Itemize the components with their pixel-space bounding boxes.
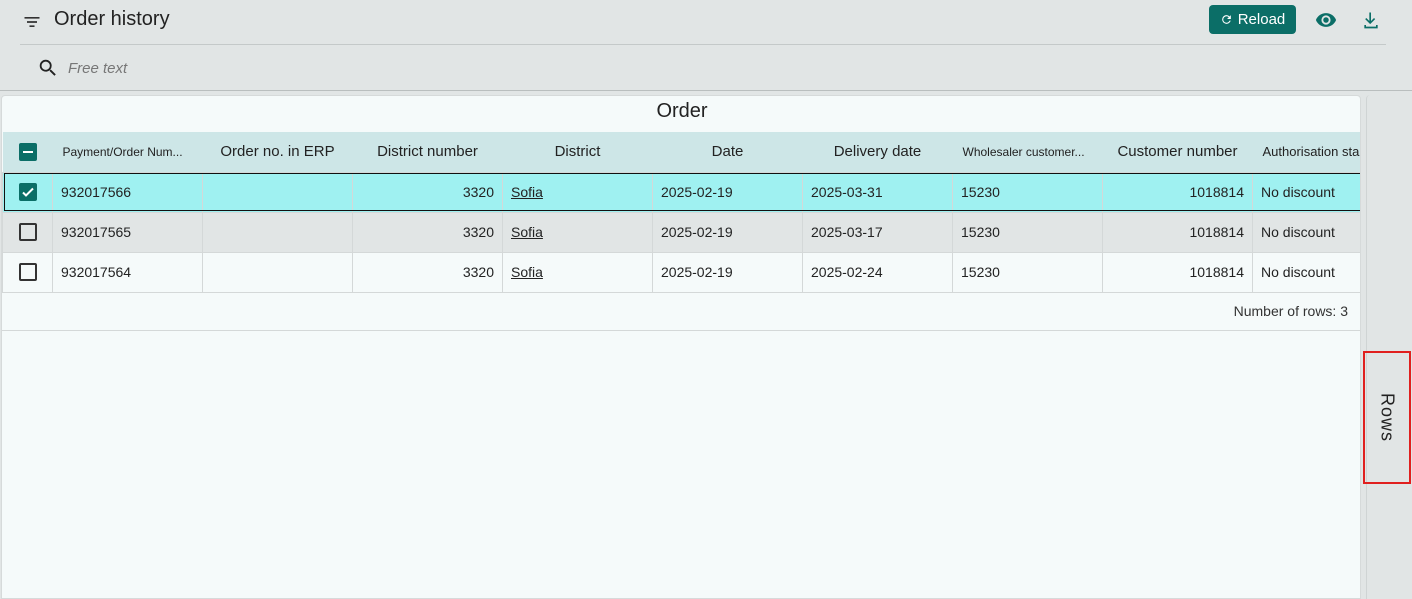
cell-delivery-date: 2025-03-31: [802, 171, 953, 213]
column-header-customer-number[interactable]: Customer number: [1103, 132, 1253, 172]
cell-wholesaler-customer: 15230: [952, 251, 1103, 293]
cell-date: 2025-02-19: [652, 251, 803, 293]
cell-wholesaler-customer: 15230: [952, 171, 1103, 213]
cell-delivery-date: 2025-03-17: [802, 211, 953, 253]
reload-button[interactable]: Reload: [1209, 5, 1296, 34]
table-row[interactable]: 932017565 3320 Sofia 2025-02-19 2025-03-…: [2, 211, 1360, 253]
row-select-cell[interactable]: [2, 251, 53, 293]
cell-district-number: 3320: [352, 171, 503, 213]
column-header-wholesaler-customer[interactable]: Wholesaler customer...: [953, 132, 1103, 172]
table-row[interactable]: 932017564 3320 Sofia 2025-02-19 2025-02-…: [2, 251, 1360, 293]
cell-authorisation: No discount: [1252, 211, 1360, 253]
cell-district: Sofia: [502, 171, 653, 213]
select-all-cell[interactable]: [3, 132, 53, 172]
cell-date: 2025-02-19: [652, 171, 803, 213]
cell-district-number: 3320: [352, 211, 503, 253]
column-header-date[interactable]: Date: [653, 132, 803, 172]
cell-district: Sofia: [502, 251, 653, 293]
table-header-row: Payment/Order Num... Order no. in ERP Di…: [2, 132, 1361, 172]
table-row[interactable]: 932017566 3320 Sofia 2025-02-19 2025-03-…: [2, 171, 1360, 213]
orders-table: Payment/Order Num... Order no. in ERP Di…: [2, 132, 1361, 293]
cell-wholesaler-customer: 15230: [952, 211, 1103, 253]
row-select-cell[interactable]: [2, 171, 53, 213]
row-select-cell[interactable]: [2, 211, 53, 253]
rows-side-tab[interactable]: Rows: [1363, 351, 1411, 484]
cell-erp-no: [202, 211, 353, 253]
district-link[interactable]: Sofia: [511, 224, 543, 240]
cell-customer-number: 1018814: [1102, 251, 1253, 293]
check-icon: [21, 187, 34, 198]
cell-district: Sofia: [502, 211, 653, 253]
column-header-erp-no[interactable]: Order no. in ERP: [203, 132, 353, 172]
filter-icon[interactable]: [22, 12, 42, 32]
column-header-delivery-date[interactable]: Delivery date: [803, 132, 953, 172]
rows-side-tab-label: Rows: [1377, 392, 1398, 442]
district-link[interactable]: Sofia: [511, 184, 543, 200]
cell-district-number: 3320: [352, 251, 503, 293]
cell-authorisation: No discount: [1252, 251, 1360, 293]
column-header-district[interactable]: District: [503, 132, 653, 172]
cell-authorisation: No discount: [1252, 171, 1360, 213]
order-panel: Order Payment/Order Num... Order no. in …: [1, 95, 1361, 599]
cell-payment-order-num: 932017564: [52, 251, 203, 293]
download-icon[interactable]: [1361, 9, 1381, 31]
cell-erp-no: [202, 171, 353, 213]
select-all-checkbox[interactable]: [18, 142, 37, 161]
app-header: Order history Reload: [0, 0, 1412, 91]
column-header-district-number[interactable]: District number: [353, 132, 503, 172]
cell-payment-order-num: 932017566: [52, 171, 203, 213]
row-checkbox[interactable]: [18, 183, 37, 202]
page-title: Order history: [54, 8, 170, 30]
table-footer: Number of rows: 3: [2, 292, 1360, 331]
refresh-icon: [1221, 15, 1231, 24]
row-checkbox[interactable]: [18, 223, 37, 242]
header-divider: [20, 44, 1386, 45]
cell-customer-number: 1018814: [1102, 171, 1253, 213]
cell-erp-no: [202, 251, 353, 293]
cell-delivery-date: 2025-02-24: [802, 251, 953, 293]
row-checkbox[interactable]: [18, 263, 37, 282]
row-count: Number of rows: 3: [1233, 303, 1348, 319]
search-input[interactable]: [68, 56, 568, 80]
cell-payment-order-num: 932017565: [52, 211, 203, 253]
column-header-authorisation[interactable]: Authorisation sta: [1253, 132, 1361, 172]
cell-date: 2025-02-19: [652, 211, 803, 253]
column-header-payment-order-num[interactable]: Payment/Order Num...: [53, 132, 203, 172]
minus-icon: [22, 150, 33, 153]
search-icon: [39, 59, 56, 76]
reload-button-label: Reload: [1237, 11, 1286, 28]
panel-title: Order: [656, 100, 708, 122]
side-panel-strip: [1366, 95, 1408, 599]
eye-icon[interactable]: [1313, 9, 1339, 31]
cell-customer-number: 1018814: [1102, 211, 1253, 253]
district-link[interactable]: Sofia: [511, 264, 543, 280]
